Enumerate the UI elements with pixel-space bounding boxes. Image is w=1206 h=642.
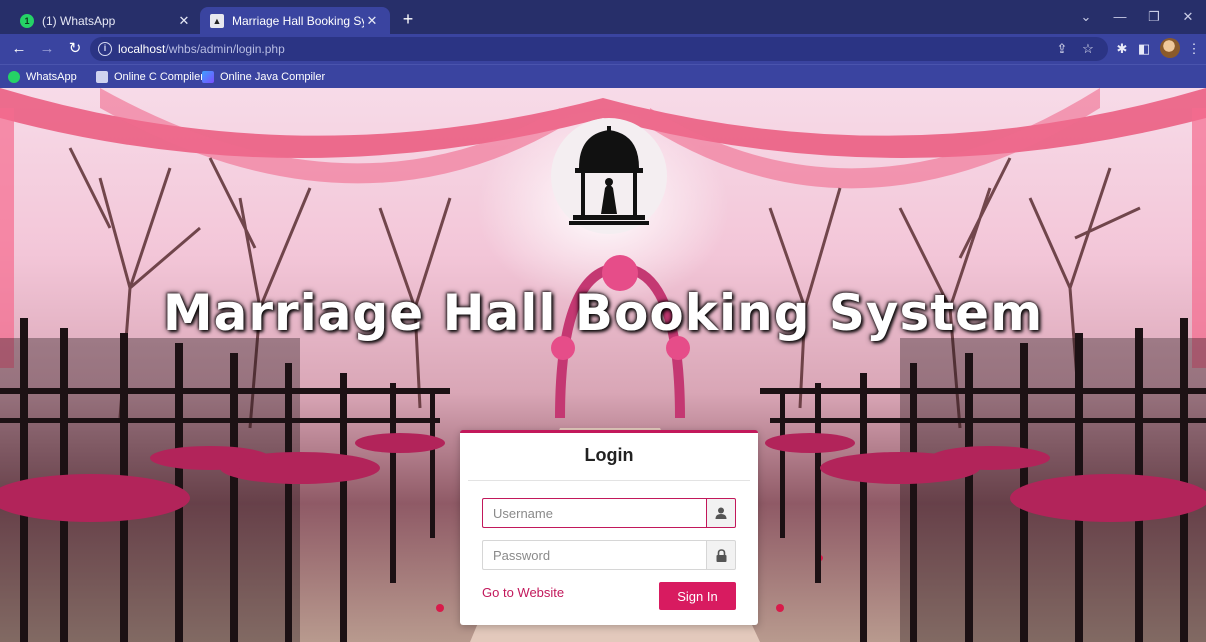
- hero-title: Marriage Hall Booking System: [162, 284, 1044, 342]
- profile-avatar[interactable]: [1160, 38, 1180, 58]
- back-button[interactable]: ←: [10, 40, 28, 58]
- url-path: /whbs/admin/login.php: [165, 42, 285, 56]
- tab-whatsapp[interactable]: 1 (1) WhatsApp ✕: [10, 7, 202, 34]
- bookmark-label: Online Java Compiler: [220, 71, 326, 83]
- login-card: Login Go to Website Sign In: [460, 430, 758, 625]
- logo: [551, 118, 667, 234]
- close-window-button[interactable]: ✕: [1174, 8, 1202, 26]
- password-input[interactable]: [482, 540, 706, 570]
- bookmark-online-c-compiler[interactable]: Online C Compiler: [96, 69, 204, 85]
- side-panel-icon[interactable]: ◧: [1136, 41, 1152, 57]
- user-icon: [706, 498, 736, 528]
- bookmark-online-java-compiler[interactable]: Online Java Compiler: [202, 69, 325, 85]
- url-text: localhost/whbs/admin/login.php: [118, 42, 285, 56]
- go-to-website-link[interactable]: Go to Website: [482, 585, 564, 600]
- username-field: [482, 498, 736, 528]
- minimize-button[interactable]: —: [1106, 8, 1134, 26]
- address-bar[interactable]: i localhost/whbs/admin/login.php ⇪ ☆: [90, 37, 1108, 61]
- hall-icon: ▲: [210, 13, 224, 28]
- bookmark-label: Online C Compiler: [114, 71, 204, 83]
- login-title: Login: [584, 445, 634, 465]
- divider: [468, 480, 750, 481]
- compiler-icon: [96, 71, 108, 83]
- restore-button[interactable]: ❐: [1140, 8, 1168, 26]
- bookmark-label: WhatsApp: [26, 71, 77, 83]
- tab-title: Marriage Hall Booking System: [232, 13, 364, 28]
- forward-button[interactable]: →: [38, 40, 56, 58]
- tab-marriage-hall[interactable]: ▲ Marriage Hall Booking System ✕: [200, 7, 390, 34]
- share-icon[interactable]: ⇪: [1054, 41, 1070, 57]
- extensions-icon[interactable]: ✱: [1114, 41, 1130, 57]
- chevron-down-icon[interactable]: ⌄: [1072, 8, 1100, 26]
- star-icon[interactable]: ☆: [1080, 41, 1096, 57]
- menu-icon[interactable]: ⋮: [1186, 41, 1202, 57]
- sign-in-button[interactable]: Sign In: [659, 582, 736, 610]
- lock-icon: [706, 540, 736, 570]
- browser-tab-bar: 1 (1) WhatsApp ✕ ▲ Marriage Hall Booking…: [0, 0, 1206, 34]
- new-tab-button[interactable]: +: [398, 9, 418, 29]
- close-icon[interactable]: ✕: [176, 13, 192, 29]
- java-icon: [202, 71, 214, 83]
- reload-button[interactable]: ↻: [66, 40, 84, 58]
- browser-toolbar: ← → ↻ i localhost/whbs/admin/login.php ⇪…: [0, 34, 1206, 64]
- info-icon[interactable]: i: [98, 42, 112, 56]
- close-icon[interactable]: ✕: [364, 13, 380, 29]
- tab-title: (1) WhatsApp: [42, 13, 116, 28]
- whatsapp-icon: [8, 71, 20, 83]
- login-page: Marriage Hall Booking System Login Go to…: [0, 88, 1206, 642]
- bookmark-whatsapp[interactable]: WhatsApp: [8, 69, 77, 85]
- username-input[interactable]: [482, 498, 706, 528]
- whatsapp-icon: 1: [20, 13, 34, 28]
- bookmarks-bar: WhatsApp Online C Compiler Online Java C…: [0, 64, 1206, 88]
- password-field: [482, 540, 736, 570]
- gazebo-logo-icon: [569, 126, 649, 225]
- url-host: localhost: [118, 42, 166, 56]
